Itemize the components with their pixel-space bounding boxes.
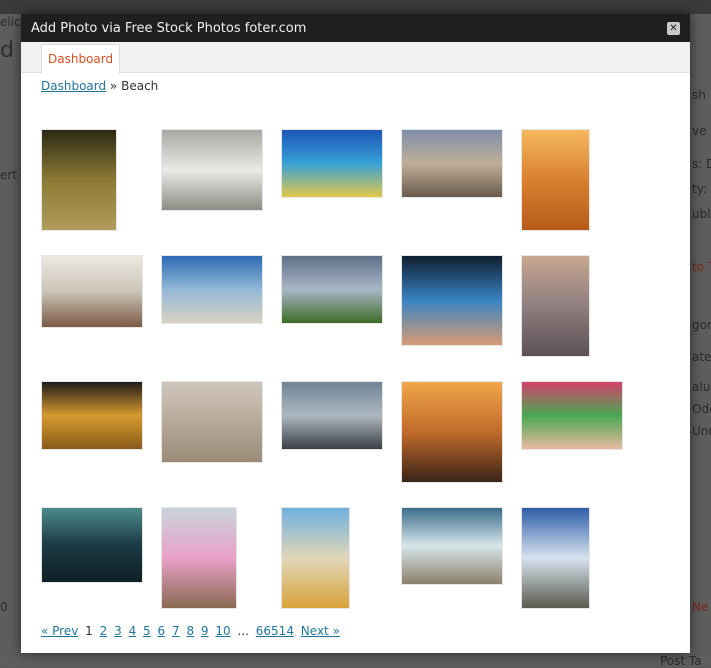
background-fragment: to T: [692, 260, 711, 274]
photo-thumbnail[interactable]: [161, 129, 263, 211]
photo-thumbnail[interactable]: [41, 507, 143, 583]
photo-thumbnail[interactable]: [401, 381, 503, 483]
pagination-next[interactable]: Next »: [301, 624, 340, 638]
pagination-page[interactable]: 9: [201, 624, 209, 638]
close-icon[interactable]: ✕: [667, 21, 680, 35]
pagination-page[interactable]: 5: [143, 624, 151, 638]
pagination-prev[interactable]: « Prev: [41, 624, 78, 638]
photo-thumbnail[interactable]: [401, 507, 503, 585]
tab-dashboard[interactable]: Dashboard: [41, 44, 121, 74]
modal-tabbar: Dashboard: [21, 42, 690, 74]
pagination: « Prev 1 2 3 4 5 6 7 8 9 10 ... 66514 Ne…: [41, 624, 343, 638]
pagination-page[interactable]: 2: [100, 624, 108, 638]
breadcrumb-current: Beach: [121, 79, 159, 93]
pagination-page[interactable]: 10: [215, 624, 230, 638]
photo-thumbnail[interactable]: [401, 129, 503, 198]
breadcrumb-separator: »: [106, 79, 122, 93]
photo-thumbnail[interactable]: [281, 255, 383, 324]
background-fragment: Unc: [692, 424, 711, 438]
photo-thumbnail[interactable]: [281, 381, 383, 450]
background-fragment: ty: P: [692, 182, 711, 196]
background-fragment: ve I: [692, 124, 711, 138]
background-fragment: aluz: [692, 380, 711, 394]
photo-thumbnail[interactable]: [41, 255, 143, 328]
pagination-page[interactable]: 7: [172, 624, 180, 638]
photo-thumbnail[interactable]: [521, 129, 590, 231]
photo-thumbnail[interactable]: [41, 129, 117, 231]
background-fragment: 0: [0, 600, 8, 614]
modal-titlebar: Add Photo via Free Stock Photos foter.co…: [21, 14, 690, 42]
background-topbar: [0, 0, 711, 14]
photo-thumbnail[interactable]: [161, 381, 263, 463]
background-fragment: Post Ta: [660, 654, 702, 668]
background-fragment: sh: [692, 88, 706, 102]
pagination-page[interactable]: 4: [129, 624, 137, 638]
pagination-last[interactable]: 66514: [256, 624, 294, 638]
photo-thumbnail[interactable]: [521, 507, 590, 609]
photo-thumbnail[interactable]: [281, 507, 350, 609]
pagination-current: 1: [85, 624, 93, 638]
add-photo-modal: Add Photo via Free Stock Photos foter.co…: [21, 14, 690, 653]
photo-thumbnail[interactable]: [161, 507, 237, 609]
photo-thumbnail[interactable]: [521, 255, 590, 357]
background-fragment: s: De: [692, 157, 711, 171]
background-fragment: gor: [692, 318, 711, 332]
background-fragment: Odc: [692, 402, 711, 416]
pagination-page[interactable]: 3: [114, 624, 122, 638]
photo-thumbnail[interactable]: [401, 255, 503, 346]
pagination-page[interactable]: 6: [158, 624, 166, 638]
background-fragment: ateg: [692, 350, 711, 364]
breadcrumb: Dashboard » Beach: [41, 79, 158, 93]
background-fragment: ert: [0, 168, 18, 182]
background-fragment: d: [0, 38, 14, 63]
modal-title: Add Photo via Free Stock Photos foter.co…: [31, 20, 307, 36]
pagination-ellipsis: ...: [237, 624, 249, 638]
photo-thumbnail[interactable]: [161, 255, 263, 324]
pagination-page[interactable]: 8: [186, 624, 194, 638]
breadcrumb-dashboard-link[interactable]: Dashboard: [41, 79, 106, 93]
photo-thumbnail[interactable]: [521, 381, 623, 450]
background-fragment: ublis: [692, 207, 711, 221]
photo-thumbnail[interactable]: [41, 381, 143, 450]
photo-thumbnail[interactable]: [281, 129, 383, 198]
background-fragment: Ne: [692, 600, 709, 614]
